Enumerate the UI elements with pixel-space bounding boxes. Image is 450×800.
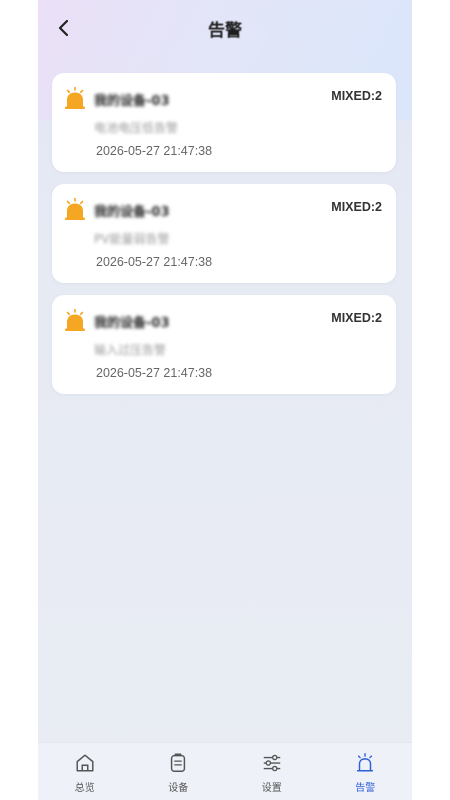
- tab-alarms[interactable]: 告警: [319, 743, 413, 800]
- top-bar: 告警: [38, 0, 412, 56]
- back-button[interactable]: [52, 16, 76, 40]
- alarm-card[interactable]: 我的设备-03 MIXED:2 PV能量弱告警 2026-05-27 21:47…: [52, 184, 396, 283]
- alarm-icon: [357, 753, 374, 772]
- device-name: 我的设备-03: [94, 94, 170, 109]
- status-badge: MIXED:2: [331, 200, 382, 214]
- alarm-card[interactable]: 我的设备-03 MIXED:2 电池电压低告警 2026-05-27 21:47…: [52, 73, 396, 172]
- alarm-time: 2026-05-27 21:47:38: [96, 255, 213, 269]
- tab-label: 告警: [355, 783, 376, 794]
- tab-label: 总览: [74, 783, 95, 794]
- status-badge: MIXED:2: [331, 89, 382, 103]
- alarm-list: 我的设备-03 MIXED:2 电池电压低告警 2026-05-27 21:47…: [52, 73, 396, 406]
- sliders-icon: [263, 754, 280, 772]
- alarm-type: 电池电压低告警: [94, 121, 179, 135]
- tab-label: 设置: [261, 783, 282, 794]
- tab-label: 设备: [168, 783, 189, 794]
- alarm-card[interactable]: 我的设备-03 MIXED:2 输入过压告警 2026-05-27 21:47:…: [52, 295, 396, 394]
- status-badge: MIXED:2: [331, 311, 382, 325]
- chevron-left-icon: [58, 19, 69, 37]
- alarm-bell-icon: [65, 87, 85, 109]
- tab-devices[interactable]: 设备: [132, 743, 226, 800]
- tab-settings[interactable]: 设置: [225, 743, 319, 800]
- app-screen: 告警 我的设备-03 MIXED:2 电池电压低告警 2026-05-27 21…: [38, 0, 412, 800]
- alarm-type: PV能量弱告警: [94, 232, 170, 246]
- device-name: 我的设备-03: [94, 316, 170, 331]
- page-title: 告警: [208, 20, 242, 41]
- bottom-tab-bar: 总览 设备 设置 告警: [38, 742, 412, 800]
- alarm-type: 输入过压告警: [94, 343, 167, 357]
- home-icon: [76, 754, 94, 772]
- device-icon: [171, 753, 186, 772]
- alarm-bell-icon: [65, 309, 85, 331]
- alarm-bell-icon: [65, 198, 85, 220]
- tab-overview[interactable]: 总览: [38, 743, 132, 800]
- alarm-time: 2026-05-27 21:47:38: [96, 366, 213, 380]
- alarm-time: 2026-05-27 21:47:38: [96, 144, 213, 158]
- device-name: 我的设备-03: [94, 205, 170, 220]
